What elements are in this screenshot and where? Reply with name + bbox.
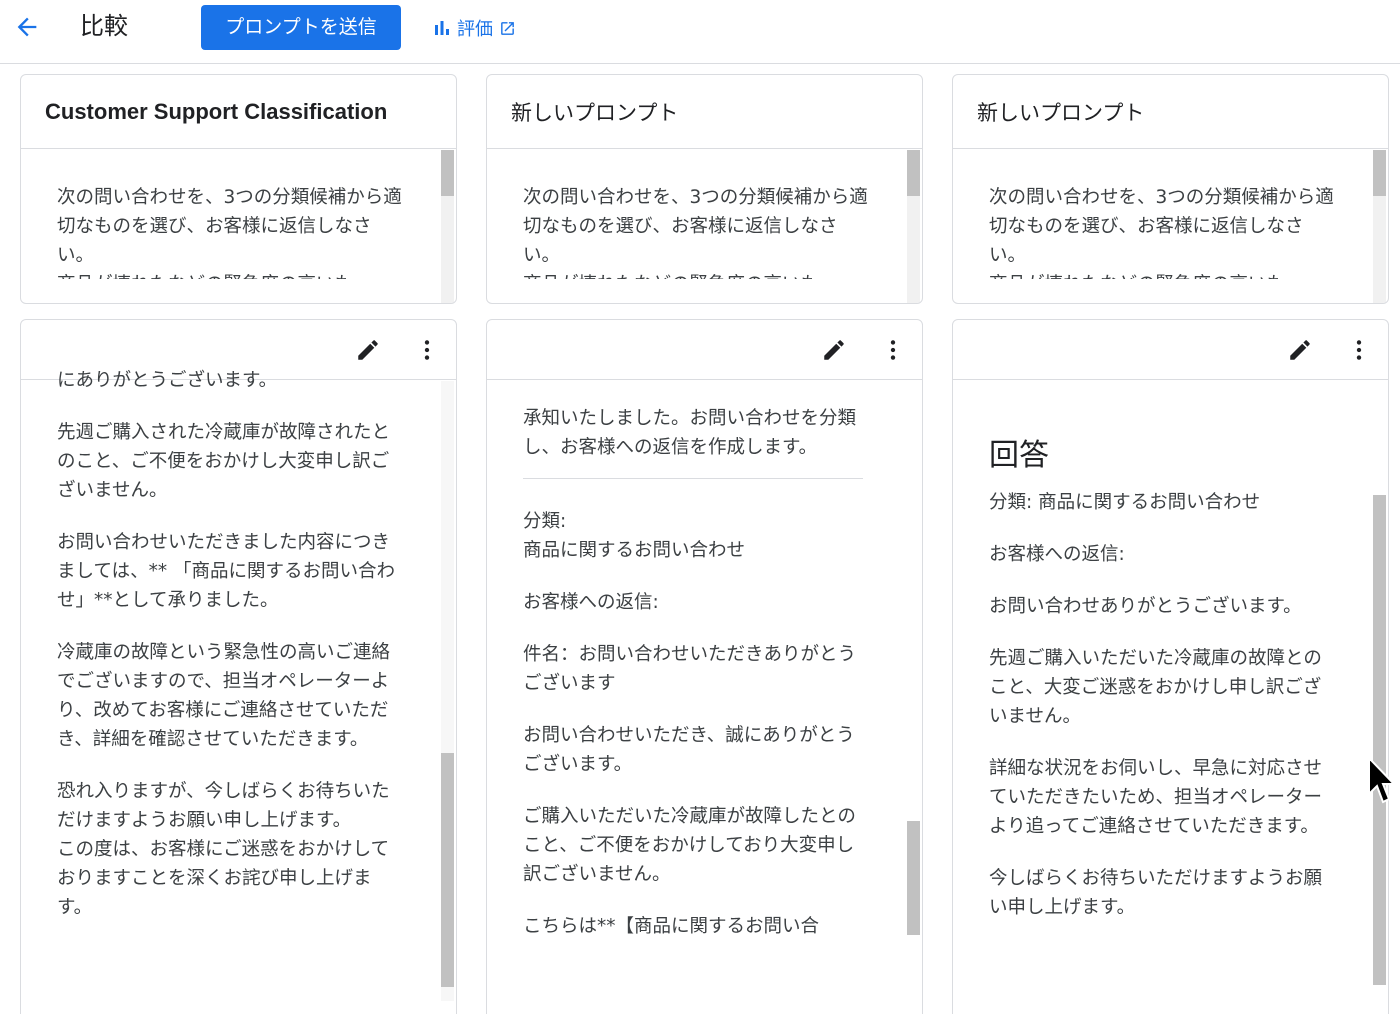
more-options-button[interactable] bbox=[880, 337, 906, 363]
response-paragraph: お問い合わせいただき、誠にありがとうございます。 bbox=[523, 725, 855, 775]
response-card-3: 回答 分類: 商品に関するお問い合わせ お客様への返信: お問い合わせありがとう… bbox=[952, 319, 1389, 1014]
more-vert-icon bbox=[1356, 340, 1362, 360]
back-arrow-icon bbox=[17, 17, 37, 37]
response-paragraph: 先週ご購入いただいた冷蔵庫の故障とのこと、大変ご迷惑をおかけし申し訳ございません… bbox=[989, 648, 1322, 727]
prompt-text: 次の問い合わせを、3つの分類候補から適切なものを選び、お客様に返信しなさい。 商… bbox=[57, 187, 402, 279]
send-prompt-button[interactable]: プロンプトを送信 bbox=[201, 5, 401, 50]
prompt-card-3: 新しいプロンプト 次の問い合わせを、3つの分類候補から適切なものを選び、お客様に… bbox=[952, 74, 1389, 304]
prompt-title: Customer Support Classification bbox=[21, 75, 456, 149]
more-vert-icon bbox=[424, 340, 430, 360]
prompt-text: 次の問い合わせを、3つの分類候補から適切なものを選び、お客様に返信しなさい。 商… bbox=[523, 187, 868, 279]
response-scrollbar[interactable] bbox=[907, 381, 920, 1001]
prompt-scrollbar[interactable] bbox=[441, 150, 454, 303]
response-paragraph: 冷蔵庫の故障という緊急性の高いご連絡でございますので、担当オペレーターより、改め… bbox=[57, 642, 391, 750]
response-scrollbar[interactable] bbox=[1373, 381, 1386, 1001]
response-card-1: にありがとうございます。 先週ご購入された冷蔵庫が故障されたとのこと、ご不便をお… bbox=[20, 319, 457, 1014]
response-paragraph: お問い合わせありがとうございます。 bbox=[989, 596, 1302, 617]
response-text: 承知いたしました。お問い合わせを分類し、お客様への返信を作成します。 分類: 商… bbox=[523, 404, 863, 986]
response-toolbar bbox=[487, 320, 922, 380]
prompt-card-1: Customer Support Classification 次の問い合わせを… bbox=[20, 74, 457, 304]
pencil-icon bbox=[358, 340, 378, 360]
edit-button[interactable] bbox=[821, 337, 847, 363]
prompt-scrollbar[interactable] bbox=[907, 150, 920, 303]
response-paragraph: にありがとうございます。 bbox=[57, 370, 278, 391]
response-paragraph: 詳細な状況をお伺いし、早急に対応させていただきたいため、担当オペレーターより追っ… bbox=[989, 758, 1323, 837]
response-toolbar bbox=[953, 320, 1388, 380]
prompt-text: 次の問い合わせを、3つの分類候補から適切なものを選び、お客様に返信しなさい。 商… bbox=[989, 187, 1334, 279]
response-paragraph: お問い合わせいただきました内容につきましては、** 「商品に関するお問い合わせ」… bbox=[57, 532, 395, 611]
mouse-cursor-icon bbox=[1368, 756, 1396, 804]
response-paragraph: ご購入いただいた冷蔵庫が故障したとのこと、ご不便をおかけしており大変申し訳ござい… bbox=[523, 806, 856, 885]
evaluate-link[interactable]: 評価 bbox=[433, 14, 516, 42]
page-title: 比較 bbox=[80, 12, 128, 40]
response-paragraph: こちらは**【商品に関するお問い合 bbox=[523, 916, 820, 937]
response-paragraph: 分類: 商品に関するお問い合わせ bbox=[523, 511, 746, 561]
bar-chart-icon bbox=[435, 21, 449, 35]
response-text: にありがとうございます。 先週ご購入された冷蔵庫が故障されたとのこと、ご不便をお… bbox=[57, 366, 402, 1006]
response-paragraph: お客様への返信: bbox=[523, 592, 659, 613]
response-card-2: 承知いたしました。お問い合わせを分類し、お客様への返信を作成します。 分類: 商… bbox=[486, 319, 923, 1014]
edit-button[interactable] bbox=[1287, 337, 1313, 363]
response-paragraph: 恐れ入りますが、今しばらくお待ちいただけますようお願い申し上げます。 この度は、… bbox=[57, 781, 390, 918]
top-bar: 比較 プロンプトを送信 評価 bbox=[0, 0, 1400, 64]
prompt-scrollbar[interactable] bbox=[1373, 150, 1386, 303]
evaluate-label: 評価 bbox=[457, 19, 493, 40]
back-button[interactable] bbox=[10, 10, 44, 44]
response-paragraph: 先週ご購入された冷蔵庫が故障されたとのこと、ご不便をおかけし大変申し訳ございませ… bbox=[57, 422, 391, 501]
more-options-button[interactable] bbox=[414, 337, 440, 363]
prompt-card-2: 新しいプロンプト 次の問い合わせを、3つの分類候補から適切なものを選び、お客様に… bbox=[486, 74, 923, 304]
response-intro: 承知いたしました。お問い合わせを分類し、お客様への返信を作成します。 bbox=[523, 408, 857, 458]
response-paragraph: 件名：お問い合わせいただきありがとうございます bbox=[523, 644, 857, 694]
response-paragraph: 今しばらくお待ちいただけますようお願い申し上げます。 bbox=[989, 868, 1323, 918]
response-text: 回答 分類: 商品に関するお問い合わせ お客様への返信: お問い合わせありがとう… bbox=[989, 436, 1329, 996]
prompt-title: 新しいプロンプト bbox=[487, 75, 922, 149]
response-heading: 回答 bbox=[989, 438, 1049, 473]
pencil-icon bbox=[1290, 340, 1310, 360]
response-scrollbar[interactable] bbox=[441, 381, 454, 1001]
response-paragraph: お客様への返信: bbox=[989, 544, 1125, 565]
open-in-new-icon bbox=[501, 21, 514, 35]
divider bbox=[523, 478, 863, 479]
response-paragraph: 分類: 商品に関するお問い合わせ bbox=[989, 492, 1261, 513]
edit-button[interactable] bbox=[355, 337, 381, 363]
more-vert-icon bbox=[890, 340, 896, 360]
pencil-icon bbox=[824, 340, 844, 360]
more-options-button[interactable] bbox=[1346, 337, 1372, 363]
prompt-title: 新しいプロンプト bbox=[953, 75, 1388, 149]
